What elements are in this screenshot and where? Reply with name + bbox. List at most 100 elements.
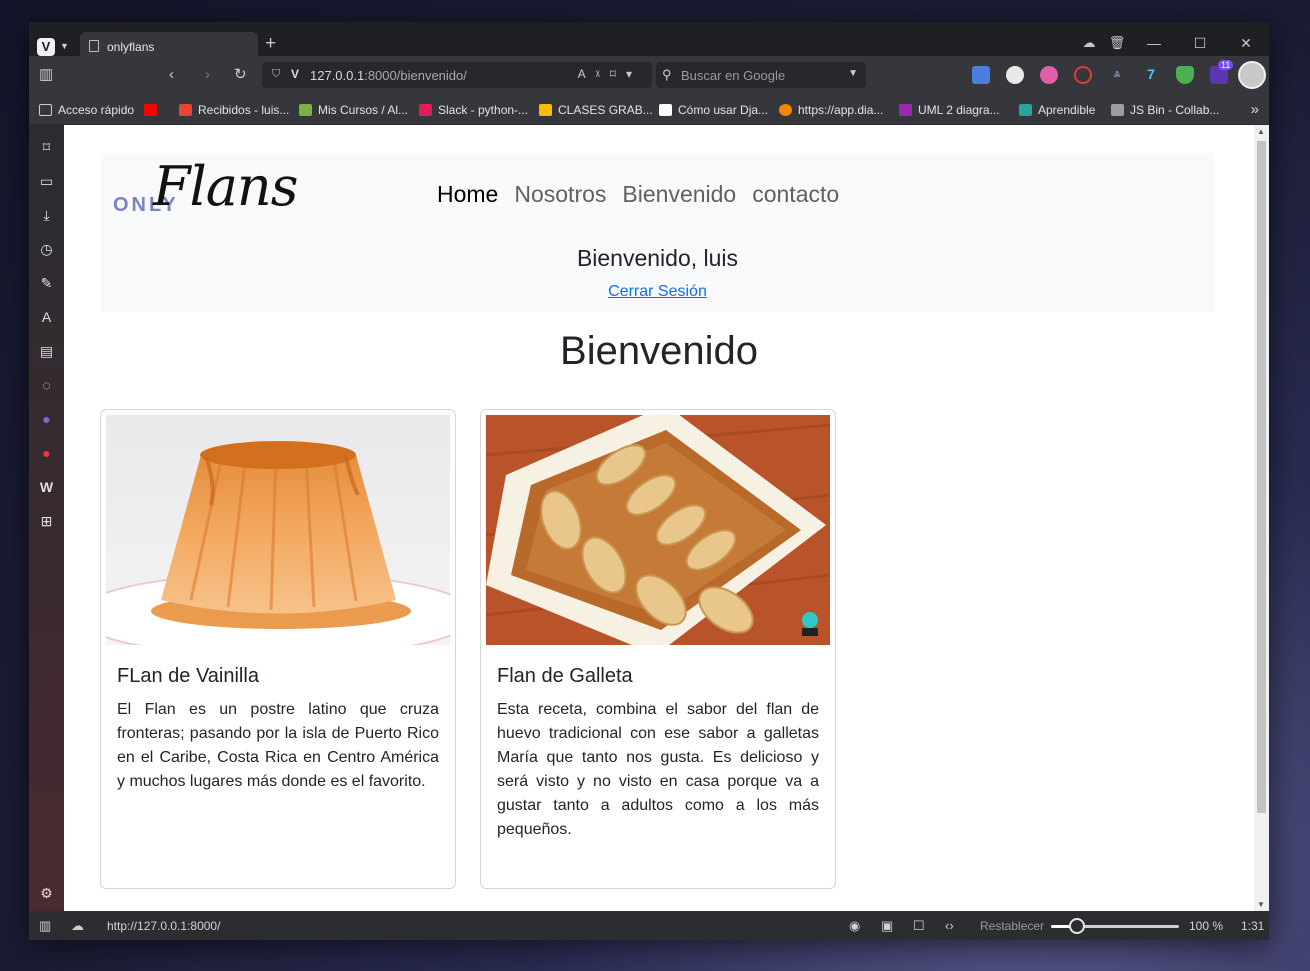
title-bar: V ▼ onlyflans + ☁ 🗑 — ☐ ✕ (29, 22, 1269, 60)
card-text: Esta receta, combina el sabor del flan d… (497, 701, 819, 838)
search-field[interactable]: ⚲ Buscar en Google ▼ (656, 62, 866, 88)
zoom-slider[interactable] (1051, 918, 1179, 934)
bookmark-item[interactable]: UML 2 diagra... (899, 103, 1000, 117)
bookmark-item[interactable]: Acceso rápido (39, 103, 134, 117)
page-scrollbar[interactable]: ▲ ▼ (1254, 125, 1269, 911)
zoom-slider-handle[interactable] (1069, 918, 1085, 934)
extension-icon[interactable]: 7 (1142, 66, 1160, 84)
browser-window: V ▼ onlyflans + ☁ 🗑 — ☐ ✕ ▥ ‹ › ↻ ⛉ V 12… (29, 22, 1269, 940)
flan-card: Flan de Galleta Esta receta, combina el … (480, 409, 836, 889)
chevron-down-icon[interactable]: ▼ (60, 41, 69, 51)
panel-toggle-icon[interactable]: ▥ (39, 66, 53, 84)
chevron-down-icon[interactable]: ▼ (848, 68, 858, 79)
bookmark-icon[interactable]: ⌑ (610, 67, 626, 81)
vivaldi-menu-icon[interactable]: V (37, 38, 55, 56)
zoom-reset-button[interactable]: Restablecer (980, 919, 1044, 933)
flan-card: FLan de Vainilla El Flan es un postre la… (100, 409, 456, 889)
bookmark-item[interactable] (144, 103, 163, 117)
logout-link[interactable]: Cerrar Sesión (101, 283, 1214, 301)
search-placeholder: Buscar en Google (681, 68, 786, 83)
nav-nosotros-link[interactable]: Nosotros (514, 181, 606, 208)
bookmark-item[interactable]: Slack - python-... (419, 103, 528, 117)
window-controls: ☁ 🗑 — ☐ ✕ (1075, 30, 1269, 56)
image-icon[interactable]: ▣ (881, 918, 893, 934)
page-viewport: ONLY Flans Home Nosotros Bienvenido cont… (64, 125, 1269, 911)
wikipedia-icon[interactable]: W (38, 479, 55, 496)
notes-icon[interactable]: ✎ (38, 275, 55, 292)
nav-bienvenido-link[interactable]: Bienvenido (622, 181, 736, 208)
search-icon: ⚲ (662, 67, 672, 82)
bookmark-label: Recibidos - luis... (198, 103, 290, 117)
translate-icon[interactable]: A (38, 309, 55, 326)
jsbin-icon (1111, 104, 1124, 116)
maximize-button[interactable]: ☐ (1177, 35, 1223, 52)
back-button[interactable]: ‹ (169, 66, 174, 84)
scrollbar-thumb[interactable] (1257, 141, 1266, 813)
vivaldi-site-icon: V (291, 67, 300, 81)
window-panel-icon[interactable]: ▤ (38, 343, 55, 360)
bookmark-item[interactable]: Recibidos - luis... (179, 103, 289, 117)
flan-galleta-image (486, 415, 830, 645)
card-title: FLan de Vainilla (117, 665, 259, 687)
drive-icon (539, 104, 552, 116)
welcome-message: Bienvenido, luis (576, 245, 739, 271)
bookmarks-panel-icon[interactable]: ⌑ (38, 139, 55, 156)
tiling-icon[interactable]: ☐ (913, 918, 925, 934)
uml-icon (899, 104, 912, 116)
forward-button[interactable]: › (205, 66, 210, 84)
notifications-icon[interactable]: 11 (1210, 60, 1234, 84)
chevron-down-icon[interactable]: ▾ (626, 67, 642, 81)
link-preview: http://127.0.0.1:8000/ (107, 919, 221, 933)
minimize-button[interactable]: — (1131, 35, 1177, 51)
panel-toggle-icon[interactable]: ▥ (39, 918, 51, 934)
scroll-down-icon[interactable]: ▼ (1257, 900, 1265, 909)
nav-contacto-link[interactable]: contacto (752, 181, 839, 208)
profile-avatar[interactable] (1238, 61, 1266, 89)
site-logo[interactable]: ONLY Flans (113, 155, 323, 231)
shield-extension-icon[interactable] (1176, 66, 1194, 84)
downloads-icon[interactable]: ⤓ (38, 207, 55, 224)
aprendible-icon (1019, 104, 1032, 116)
nav-home-link[interactable]: Home (437, 181, 498, 208)
close-button[interactable]: ✕ (1223, 35, 1269, 52)
cloud-icon[interactable]: ☁ (1075, 35, 1103, 51)
code-icon[interactable]: ‹› (945, 918, 954, 933)
cloud-sync-icon[interactable]: ☁ (71, 918, 84, 934)
translate-icon[interactable]: Aᵡ (578, 67, 610, 81)
reading-list-icon[interactable]: ▭ (38, 173, 55, 190)
add-panel-icon[interactable]: ⊞ (38, 513, 55, 530)
chat-icon[interactable]: ◌ (38, 377, 55, 394)
bookmark-item[interactable]: https://app.dia... (779, 103, 883, 117)
bookmark-item[interactable]: CLASES GRAB... (539, 103, 653, 117)
bookmark-item[interactable]: Cómo usar Dja... (659, 103, 768, 117)
scroll-up-icon[interactable]: ▲ (1257, 127, 1265, 136)
page-icon (89, 40, 99, 52)
bookmarks-bar: Acceso rápido Recibidos - luis... Mis Cu… (29, 96, 1269, 125)
extension-icon[interactable] (1006, 66, 1024, 84)
vivaldi-icon[interactable]: ● (38, 445, 55, 462)
bookmark-item[interactable]: Mis Cursos / Al... (299, 103, 408, 117)
more-bookmarks-icon[interactable]: » (1251, 101, 1259, 118)
extension-icon[interactable] (1040, 66, 1058, 84)
bookmark-item[interactable]: JS Bin - Collab... (1111, 103, 1219, 117)
url-field[interactable]: ⛉ V 127.0.0.1:8000/bienvenido/ Aᵡ⌑▾ (262, 62, 652, 88)
history-icon[interactable]: ◷ (38, 241, 55, 258)
site-menu: Home Nosotros Bienvenido contacto (437, 181, 839, 208)
trash-icon[interactable]: 🗑 (1103, 35, 1131, 51)
new-tab-button[interactable]: + (265, 34, 276, 53)
settings-gear-icon[interactable]: ⚙ (38, 885, 55, 902)
url-actions: Aᵡ⌑▾ (578, 67, 642, 81)
reload-button[interactable]: ↻ (234, 66, 247, 84)
bookmark-label: Slack - python-... (438, 103, 529, 117)
bookmark-label: UML 2 diagra... (918, 103, 1000, 117)
mastodon-icon[interactable]: ● (38, 411, 55, 428)
camera-icon[interactable]: ◉ (849, 918, 860, 934)
bookmark-item[interactable]: Aprendible (1019, 103, 1095, 117)
shield-icon[interactable]: ⛉ (272, 68, 280, 81)
extension-icon[interactable]: ⩓ (1108, 66, 1126, 84)
url-host: 127.0.0.1 (310, 68, 365, 83)
translate-extension-icon[interactable] (972, 66, 990, 84)
diagrams-icon (779, 104, 792, 116)
card-text: El Flan es un postre latino que cruza fr… (117, 701, 439, 790)
opera-icon[interactable] (1074, 66, 1092, 84)
